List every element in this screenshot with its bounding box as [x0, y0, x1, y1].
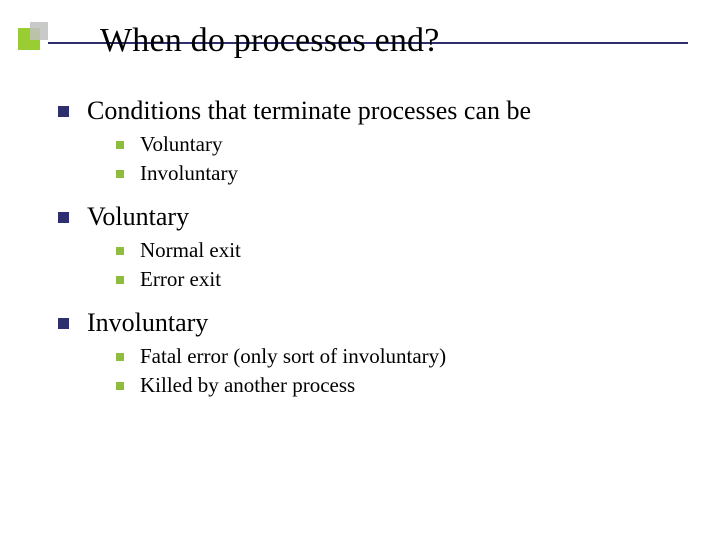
bullet-text: Involuntary — [87, 308, 668, 338]
title-decoration — [18, 22, 88, 46]
sublist: Normal exit Error exit — [116, 238, 668, 292]
square-bullet-icon — [58, 318, 69, 329]
accent-square-grey — [30, 22, 48, 40]
sublist: Voluntary Involuntary — [116, 132, 668, 186]
bullet-level2: Killed by another process — [116, 373, 668, 398]
bullet-text: Conditions that terminate processes can … — [87, 96, 668, 126]
bullet-text: Killed by another process — [140, 373, 668, 398]
bullet-level1: Involuntary — [58, 308, 668, 338]
square-bullet-icon — [58, 212, 69, 223]
bullet-level1: Voluntary — [58, 202, 668, 232]
slide: When do processes end? Conditions that t… — [0, 0, 720, 540]
square-bullet-icon — [116, 276, 124, 284]
sublist: Fatal error (only sort of involuntary) K… — [116, 344, 668, 398]
square-bullet-icon — [116, 353, 124, 361]
square-bullet-icon — [58, 106, 69, 117]
square-bullet-icon — [116, 247, 124, 255]
slide-body: Conditions that terminate processes can … — [58, 96, 668, 398]
bullet-level2: Involuntary — [116, 161, 668, 186]
square-bullet-icon — [116, 382, 124, 390]
bullet-text: Voluntary — [140, 132, 668, 157]
bullet-level1: Conditions that terminate processes can … — [58, 96, 668, 126]
bullet-text: Involuntary — [140, 161, 668, 186]
square-bullet-icon — [116, 170, 124, 178]
bullet-level2: Fatal error (only sort of involuntary) — [116, 344, 668, 369]
bullet-level2: Normal exit — [116, 238, 668, 263]
square-bullet-icon — [116, 141, 124, 149]
bullet-text: Error exit — [140, 267, 668, 292]
bullet-text: Fatal error (only sort of involuntary) — [140, 344, 668, 369]
bullet-text: Normal exit — [140, 238, 668, 263]
bullet-level2: Voluntary — [116, 132, 668, 157]
bullet-level2: Error exit — [116, 267, 668, 292]
slide-title: When do processes end? — [100, 22, 440, 60]
bullet-text: Voluntary — [87, 202, 668, 232]
